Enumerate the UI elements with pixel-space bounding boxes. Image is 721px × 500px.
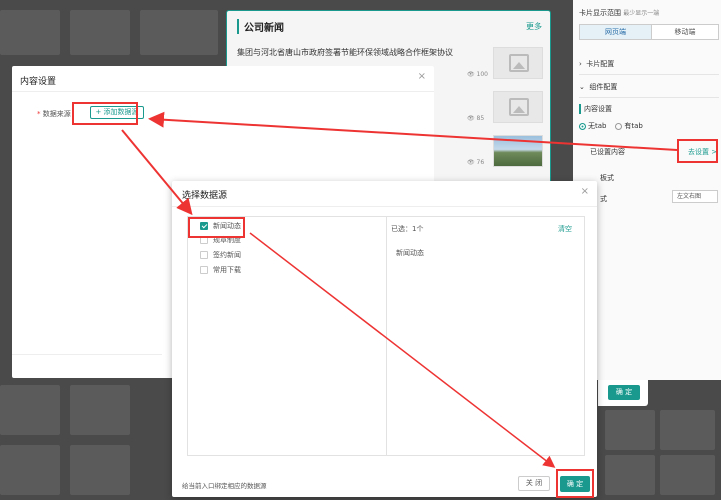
- arrow-line: [121, 129, 193, 216]
- arrow-line: [148, 111, 678, 151]
- annotation-arrows: [121, 111, 678, 468]
- arrow-line: [249, 232, 556, 468]
